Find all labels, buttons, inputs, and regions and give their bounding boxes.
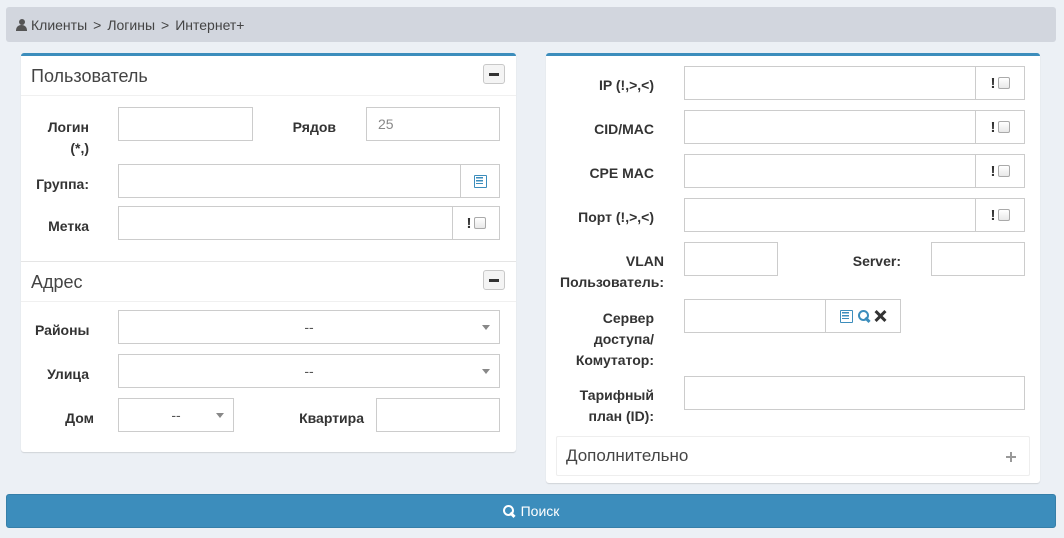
user-collapse-button[interactable] [483, 64, 505, 84]
tariff-label: Тарифный план (ID): [579, 387, 654, 424]
group-label: Группа: [36, 176, 89, 192]
ip-label: IP (!,>,<) [599, 77, 654, 93]
nas-label: Сервер доступа/ Комутатор: [575, 310, 654, 368]
breadcrumb-separator: > [161, 16, 170, 33]
rows-label: Рядов [292, 119, 336, 135]
network-panel: IP (!,>,<) ! CID/MAC ! CPE MAC ! Порт (!… [546, 53, 1040, 483]
cid-negate-addon: ! [976, 110, 1025, 144]
list-icon[interactable] [839, 309, 853, 323]
server-input[interactable] [931, 242, 1025, 276]
breadcrumb: Клиенты > Логины > Интернет+ [6, 7, 1056, 42]
exclamation-icon: ! [990, 74, 996, 92]
address-collapse-button[interactable] [483, 270, 505, 290]
group-input[interactable] [118, 164, 461, 198]
search-icon[interactable] [857, 310, 870, 322]
close-icon[interactable] [875, 310, 887, 322]
vlan-input[interactable] [684, 242, 778, 276]
exclamation-icon: ! [990, 118, 996, 136]
districts-label: Районы [35, 322, 90, 338]
port-negate-checkbox[interactable] [997, 209, 1010, 221]
ip-negate-addon: ! [976, 66, 1025, 100]
port-input[interactable] [684, 198, 976, 232]
nas-input[interactable] [684, 299, 826, 333]
tag-input[interactable] [118, 206, 453, 240]
tag-label: Метка [48, 218, 89, 234]
ip-input[interactable] [684, 66, 976, 100]
cid-negate-checkbox[interactable] [997, 121, 1010, 133]
login-label: Логин (*,) [47, 119, 89, 156]
port-label: Порт (!,>,<) [578, 209, 654, 225]
house-label: Дом [65, 410, 94, 426]
cpe-label: CPE MAC [589, 165, 654, 181]
list-icon [473, 174, 487, 188]
vlan-label: VLAN Пользователь: [560, 253, 664, 290]
user-address-panel: Пользователь Логин (*,) Рядов 25 Группа:… [21, 53, 516, 452]
rows-input[interactable]: 25 [366, 107, 500, 141]
street-label: Улица [47, 366, 89, 382]
ip-negate-checkbox[interactable] [997, 77, 1010, 89]
tag-negate-addon: ! [453, 206, 500, 240]
chevron-down-icon [482, 325, 490, 330]
group-select-button[interactable] [461, 164, 500, 198]
breadcrumb-item-logins[interactable]: Логины [107, 17, 155, 33]
plus-icon[interactable] [1006, 452, 1016, 462]
house-select[interactable]: -- [118, 398, 234, 432]
user-icon [16, 18, 27, 31]
exclamation-icon: ! [466, 214, 472, 232]
address-section-header: Адрес [21, 262, 516, 302]
chevron-down-icon [482, 369, 490, 374]
apartment-input[interactable] [376, 398, 500, 432]
search-button-label: Поиск [520, 503, 560, 519]
login-input[interactable] [118, 107, 253, 141]
street-select[interactable]: -- [118, 354, 500, 388]
exclamation-icon: ! [990, 206, 996, 224]
cid-label: CID/MAC [594, 121, 654, 137]
apartment-label: Квартира [299, 410, 364, 426]
cpe-negate-checkbox[interactable] [997, 165, 1010, 177]
user-section-header: Пользователь [21, 56, 516, 96]
cpe-negate-addon: ! [976, 154, 1025, 188]
tag-negate-checkbox[interactable] [473, 217, 486, 229]
cpe-input[interactable] [684, 154, 976, 188]
breadcrumb-item-internet: Интернет+ [175, 16, 245, 33]
extra-panel-header[interactable]: Дополнительно [556, 436, 1030, 476]
cid-input[interactable] [684, 110, 976, 144]
nas-addon [826, 299, 901, 333]
address-section-title: Адрес [31, 272, 83, 292]
tariff-input[interactable] [684, 376, 1025, 410]
port-negate-addon: ! [976, 198, 1025, 232]
search-icon [502, 504, 516, 518]
chevron-down-icon [216, 413, 224, 418]
districts-select[interactable]: -- [118, 310, 500, 344]
exclamation-icon: ! [990, 162, 996, 180]
extra-panel-title: Дополнительно [566, 446, 689, 465]
breadcrumb-item-clients[interactable]: Клиенты [31, 17, 87, 33]
search-button[interactable]: Поиск [6, 494, 1056, 528]
user-section-title: Пользователь [31, 66, 148, 86]
server-label: Server: [852, 253, 901, 269]
breadcrumb-separator: > [93, 16, 102, 33]
